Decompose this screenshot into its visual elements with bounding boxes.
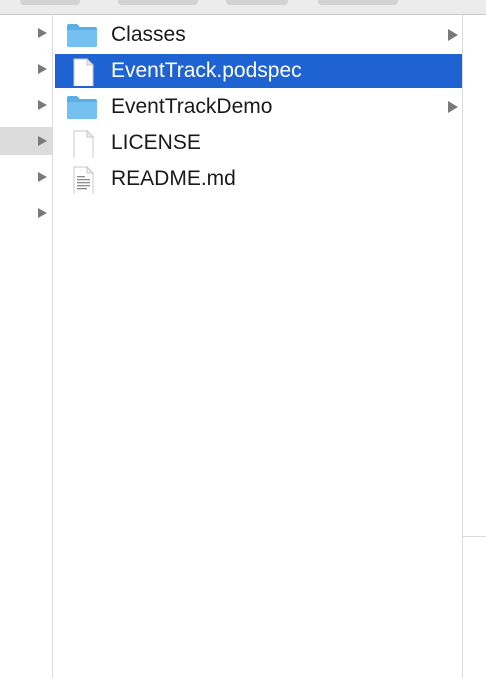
parent-column-row[interactable] xyxy=(0,91,52,119)
disclosure-triangle-icon xyxy=(38,172,47,182)
parent-column-row[interactable] xyxy=(0,55,52,83)
parent-column-row[interactable] xyxy=(0,19,52,47)
disclosure-triangle-icon xyxy=(38,64,47,74)
parent-column[interactable] xyxy=(0,15,53,678)
chevron-right-icon xyxy=(448,29,458,41)
disclosure-triangle-icon xyxy=(38,28,47,38)
text-document-icon xyxy=(73,165,95,194)
parent-column-row-active[interactable] xyxy=(0,127,52,155)
finder-window: Classes EventTrack.podspec EventTrackDem… xyxy=(0,0,486,678)
file-row-eventtrack-podspec[interactable]: EventTrack.podspec xyxy=(55,54,462,88)
disclosure-triangle-icon xyxy=(38,136,47,146)
file-name: Classes xyxy=(111,23,186,46)
file-column[interactable]: Classes EventTrack.podspec EventTrackDem… xyxy=(53,15,463,678)
parent-column-row[interactable] xyxy=(0,199,52,227)
file-name: README.md xyxy=(111,167,236,190)
file-name: EventTrack.podspec xyxy=(111,59,302,82)
document-icon xyxy=(73,57,95,86)
document-icon xyxy=(73,129,95,158)
chevron-right-icon xyxy=(448,101,458,113)
toolbar-strip xyxy=(0,0,486,15)
disclosure-triangle-icon xyxy=(38,100,47,110)
file-row-classes[interactable]: Classes xyxy=(55,18,462,52)
file-row-eventtrackdemo[interactable]: EventTrackDemo xyxy=(55,90,462,124)
file-name: LICENSE xyxy=(111,131,201,154)
folder-icon xyxy=(67,24,97,47)
file-row-license[interactable]: LICENSE xyxy=(55,126,462,160)
toolbar-button[interactable] xyxy=(118,0,198,5)
disclosure-triangle-icon xyxy=(38,208,47,218)
parent-column-row[interactable] xyxy=(0,163,52,191)
file-name: EventTrackDemo xyxy=(111,95,273,118)
toolbar-button[interactable] xyxy=(318,0,398,5)
file-row-readme[interactable]: README.md xyxy=(55,162,462,196)
toolbar-button[interactable] xyxy=(20,0,80,5)
toolbar-button[interactable] xyxy=(226,0,288,5)
preview-column xyxy=(463,15,486,678)
preview-divider xyxy=(463,536,486,537)
folder-icon xyxy=(67,96,97,119)
